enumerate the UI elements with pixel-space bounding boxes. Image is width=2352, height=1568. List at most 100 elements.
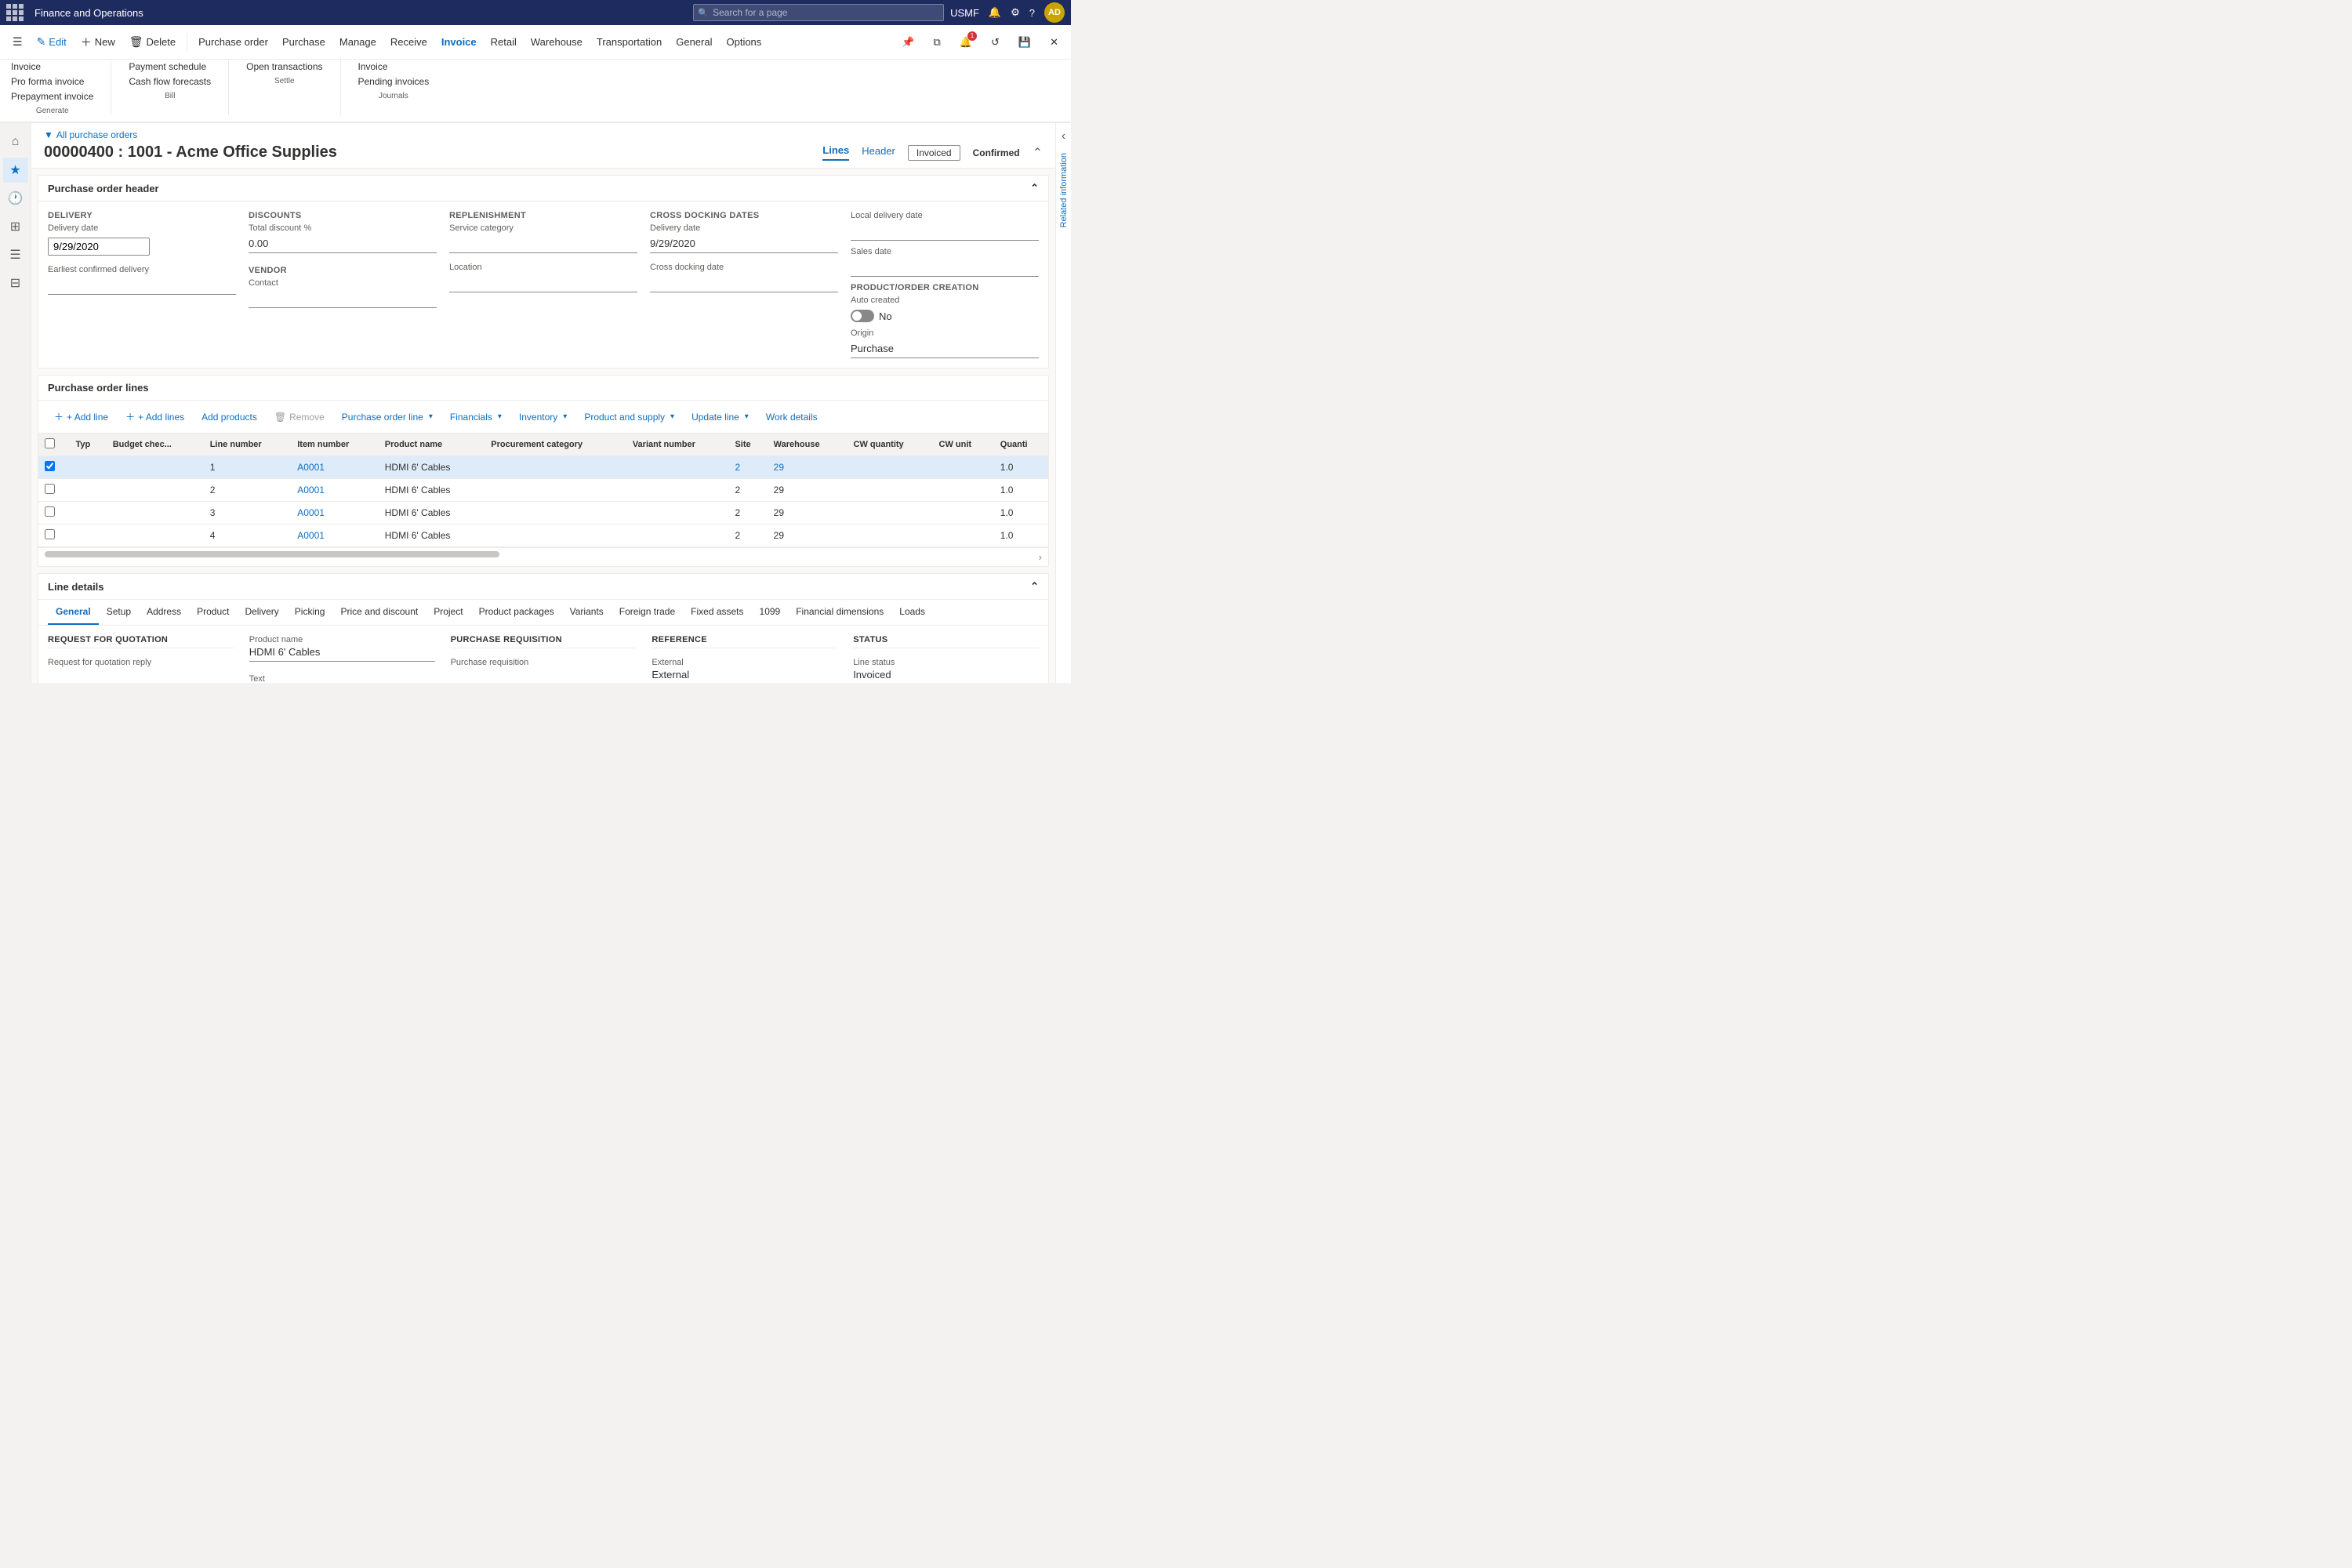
row-check[interactable] [45, 506, 55, 517]
tab-retail[interactable]: Retail [485, 30, 523, 55]
work-details-button[interactable]: Work details [760, 408, 824, 426]
settings-icon[interactable]: ⚙ [1011, 6, 1020, 19]
tab-transportation[interactable]: Transportation [590, 30, 668, 55]
origin-label: Origin [851, 328, 1039, 338]
ribbon-item-journals-invoice[interactable]: Invoice [354, 60, 434, 74]
table-row[interactable]: 2 A0001 HDMI 6' Cables 2 29 1.0 [38, 479, 1048, 502]
ld-tab-price-discount[interactable]: Price and discount [332, 600, 426, 625]
remove-button[interactable]: 🗑 Remove [268, 408, 331, 426]
table-row[interactable]: 1 A0001 HDMI 6' Cables 2 29 1.0 [38, 456, 1048, 479]
ld-section-header[interactable]: Line details ⌃ [38, 574, 1048, 600]
ribbon-item-payment-schedule[interactable]: Payment schedule [124, 60, 216, 74]
product-name-label: Product name [249, 635, 435, 644]
save-button[interactable]: 💾 [1012, 30, 1037, 55]
nav-home[interactable]: ⌂ [3, 129, 28, 154]
notification-badge[interactable]: 🔔1 [953, 30, 978, 55]
po-lines-section-header[interactable]: Purchase order lines [38, 376, 1048, 401]
tab-purchase-order[interactable]: Purchase order [192, 30, 274, 55]
purchase-order-line-button[interactable]: Purchase order line [336, 408, 439, 426]
duplicate-button[interactable]: ⧉ [927, 30, 947, 55]
edit-button[interactable]: ✎ Edit [31, 30, 73, 55]
pin-button[interactable]: 📌 [895, 30, 920, 55]
row-check[interactable] [45, 484, 55, 494]
lines-table-header-row: Typ Budget chec... Line number Item numb… [38, 434, 1048, 456]
nav-filter[interactable]: ⊟ [3, 270, 28, 296]
nav-list[interactable]: ☰ [3, 242, 28, 267]
collapse-ld-icon[interactable]: ⌃ [1030, 580, 1039, 593]
ld-tab-variants[interactable]: Variants [562, 600, 612, 625]
row-check[interactable] [45, 529, 55, 539]
ld-tab-loads[interactable]: Loads [891, 600, 933, 625]
update-line-button[interactable]: Update line [685, 408, 755, 426]
tab-general[interactable]: General [670, 30, 718, 55]
lines-tab[interactable]: Lines [822, 144, 849, 161]
collapse-po-header-icon[interactable]: ⌃ [1030, 182, 1039, 194]
tab-receive[interactable]: Receive [384, 30, 434, 55]
app-grid-icon[interactable] [6, 4, 24, 21]
horizontal-scrollbar[interactable] [45, 551, 499, 557]
tab-manage[interactable]: Manage [333, 30, 383, 55]
ld-tab-financial-dimensions[interactable]: Financial dimensions [788, 600, 891, 625]
vendor-contact-label: Contact [249, 278, 437, 288]
help-icon[interactable]: ? [1029, 7, 1035, 19]
inventory-button[interactable]: Inventory [513, 408, 573, 426]
right-panel[interactable]: ‹ Related information [1055, 123, 1071, 683]
delivery-group: DELIVERY Delivery date Earliest confirme… [48, 211, 236, 358]
po-header-section-header[interactable]: Purchase order header ⌃ [38, 176, 1048, 201]
delivery-date-input[interactable] [48, 238, 150, 256]
ribbon-item-invoice[interactable]: Invoice [6, 60, 98, 74]
new-button[interactable]: ＋ New [74, 30, 122, 55]
nav-star[interactable]: ★ [3, 158, 28, 183]
tab-options[interactable]: Options [720, 30, 768, 55]
header-tab[interactable]: Header [862, 145, 895, 160]
ribbon-item-prepayment[interactable]: Prepayment invoice [6, 89, 98, 103]
table-row[interactable]: 3 A0001 HDMI 6' Cables 2 29 1.0 [38, 502, 1048, 524]
ld-tab-1099[interactable]: 1099 [752, 600, 789, 625]
po-lines-title: Purchase order lines [48, 382, 149, 394]
ld-tab-address[interactable]: Address [139, 600, 189, 625]
row-product-name: HDMI 6' Cables [379, 479, 485, 502]
scroll-right-icon[interactable]: › [1039, 551, 1042, 563]
table-row[interactable]: 4 A0001 HDMI 6' Cables 2 29 1.0 [38, 524, 1048, 547]
tab-purchase[interactable]: Purchase [276, 30, 332, 55]
ld-tab-picking[interactable]: Picking [287, 600, 333, 625]
add-line-button[interactable]: ＋ + Add line [48, 407, 114, 426]
ribbon-item-pending-invoices[interactable]: Pending invoices [354, 74, 434, 89]
tab-warehouse[interactable]: Warehouse [524, 30, 589, 55]
ld-tab-project[interactable]: Project [426, 600, 470, 625]
search-input[interactable] [693, 4, 944, 21]
ribbon-item-cashflow[interactable]: Cash flow forecasts [124, 74, 216, 89]
row-variant-number [626, 524, 729, 547]
row-type [69, 524, 106, 547]
nav-recent[interactable]: 🕐 [3, 186, 28, 211]
financials-button[interactable]: Financials [444, 408, 508, 426]
tab-invoice[interactable]: Invoice [435, 30, 483, 55]
ld-tab-general[interactable]: General [48, 600, 99, 625]
ld-tab-foreign-trade[interactable]: Foreign trade [612, 600, 683, 625]
hamburger-button[interactable]: ☰ [6, 30, 29, 55]
row-cw-unit [933, 524, 994, 547]
row-check[interactable] [45, 461, 55, 471]
nav-workspace[interactable]: ⊞ [3, 214, 28, 239]
ld-tab-delivery[interactable]: Delivery [237, 600, 286, 625]
ribbon-item-proforma[interactable]: Pro forma invoice [6, 74, 98, 89]
add-products-button[interactable]: Add products [195, 408, 263, 426]
ld-tab-product[interactable]: Product [189, 600, 237, 625]
refresh-button[interactable]: ↺ [985, 30, 1006, 55]
ld-tab-setup[interactable]: Setup [99, 600, 139, 625]
select-all-checkbox[interactable] [45, 438, 55, 448]
delete-button[interactable]: 🗑 Delete [123, 30, 182, 55]
row-cw-quantity [848, 502, 933, 524]
notification-icon[interactable]: 🔔 [989, 6, 1001, 19]
product-and-supply-button[interactable]: Product and supply [578, 408, 681, 426]
ld-tab-product-packages[interactable]: Product packages [471, 600, 562, 625]
auto-created-toggle[interactable] [851, 310, 874, 322]
close-button[interactable]: ✕ [1044, 30, 1065, 55]
ld-tab-fixed-assets[interactable]: Fixed assets [683, 600, 751, 625]
avatar[interactable]: AD [1044, 2, 1065, 23]
ribbon-item-open-transactions[interactable]: Open transactions [241, 60, 327, 74]
breadcrumb[interactable]: ▼ All purchase orders [44, 129, 1043, 140]
collapse-header-button[interactable]: ⌃ [1033, 145, 1043, 161]
add-lines-button[interactable]: ＋ + Add lines [119, 407, 191, 426]
pr-value [451, 669, 637, 683]
